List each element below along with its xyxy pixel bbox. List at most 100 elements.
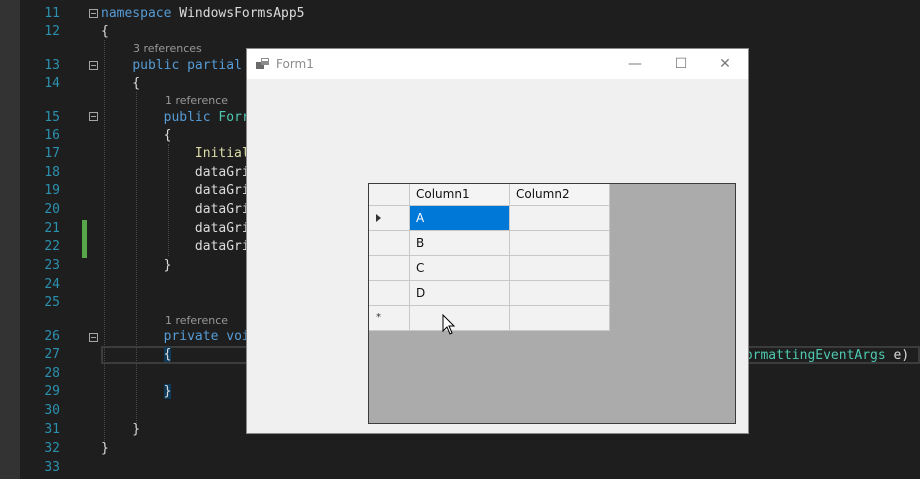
code-token: } xyxy=(101,441,109,456)
code-token: } xyxy=(101,422,141,437)
current-row-arrow-icon xyxy=(376,214,381,222)
code-text: { xyxy=(101,74,140,93)
grid-cell[interactable]: A xyxy=(410,206,510,231)
grid-cell[interactable] xyxy=(510,256,610,281)
new-row-cell[interactable] xyxy=(510,306,610,331)
code-text: { xyxy=(101,345,172,364)
form-icon xyxy=(256,58,269,69)
new-row-cell[interactable] xyxy=(410,306,510,331)
code-text: } xyxy=(101,382,172,401)
top-left-header-cell[interactable] xyxy=(369,184,410,206)
mouse-pointer-icon xyxy=(442,314,456,335)
code-text: dataGri xyxy=(101,237,250,256)
line-number: 28 xyxy=(44,366,60,381)
line-number: 12 xyxy=(44,24,60,39)
line-number: 32 xyxy=(44,441,60,456)
line-number: 23 xyxy=(44,258,60,273)
code-text: { xyxy=(101,22,109,41)
code-token: } xyxy=(163,384,172,399)
line-number: 14 xyxy=(44,76,60,91)
row-header[interactable] xyxy=(369,256,410,281)
column-header-column2[interactable]: Column2 xyxy=(510,184,610,206)
data-grid-view[interactable]: Column1 Column2 A B C D * xyxy=(368,183,736,424)
collapse-region-icon[interactable] xyxy=(89,112,98,121)
code-token: namespace xyxy=(101,6,172,21)
code-token: { xyxy=(101,76,141,91)
grid-cell[interactable] xyxy=(510,281,610,306)
form-window[interactable]: Form1 — ☐ ✕ Column1 Column2 A B C D * xyxy=(246,48,749,434)
grid-cell[interactable]: C xyxy=(410,256,510,281)
grid-cell[interactable] xyxy=(510,206,610,231)
code-text: } xyxy=(101,256,172,275)
code-line[interactable]: 11 namespace WindowsFormsApp5 xyxy=(0,4,920,23)
line-number: 20 xyxy=(44,202,60,217)
grid-cell[interactable] xyxy=(510,231,610,256)
line-number: 19 xyxy=(44,183,60,198)
code-text: } xyxy=(101,439,109,458)
code-text: dataGri xyxy=(101,181,250,200)
code-token: { xyxy=(101,128,172,143)
row-header[interactable] xyxy=(369,231,410,256)
code-line[interactable]: 12 { xyxy=(0,22,920,41)
maximize-button[interactable]: ☐ xyxy=(658,49,704,79)
codelens-references[interactable]: 1 reference xyxy=(165,314,228,328)
code-token: dataGri xyxy=(101,165,250,180)
column-header-column1[interactable]: Column1 xyxy=(410,184,510,206)
row-header[interactable] xyxy=(369,206,410,231)
code-token: Initial xyxy=(194,146,250,161)
line-number: 33 xyxy=(44,460,60,475)
code-token: public xyxy=(132,58,180,73)
line-number: 29 xyxy=(44,384,60,399)
code-text: FormattingEventArgs e) xyxy=(737,346,909,365)
minimize-button[interactable]: — xyxy=(612,49,658,79)
code-token: dataGri xyxy=(101,221,250,236)
new-row-marker-icon: * xyxy=(376,312,381,323)
code-text: namespace WindowsFormsApp5 xyxy=(101,4,305,23)
code-text: Initial xyxy=(101,144,250,163)
collapse-region-icon[interactable] xyxy=(89,61,98,70)
grid-cell[interactable]: D xyxy=(410,281,510,306)
new-row-header[interactable]: * xyxy=(369,306,410,331)
code-text: dataGri xyxy=(101,163,250,182)
code-text: public Forr xyxy=(101,108,250,127)
code-line[interactable]: 33 xyxy=(0,458,920,477)
line-number: 11 xyxy=(44,6,60,21)
code-text: public partial xyxy=(101,56,242,75)
code-token: dataGri xyxy=(101,202,250,217)
grid-cell[interactable]: B xyxy=(410,231,510,256)
code-text: { xyxy=(101,126,172,145)
row-header[interactable] xyxy=(369,281,410,306)
line-number: 30 xyxy=(44,403,60,418)
code-text: dataGri xyxy=(101,200,250,219)
code-token: dataGri xyxy=(101,183,250,198)
line-number: 16 xyxy=(44,128,60,143)
collapse-region-icon[interactable] xyxy=(89,9,98,18)
line-number: 18 xyxy=(44,165,60,180)
code-token: partial xyxy=(187,58,242,73)
line-number: 31 xyxy=(44,422,60,437)
codelens-references[interactable]: 3 references xyxy=(133,42,202,56)
line-number: 13 xyxy=(44,58,60,73)
code-token: e) xyxy=(885,348,910,363)
line-number: 15 xyxy=(44,110,60,125)
code-text: } xyxy=(101,420,140,439)
code-token: FormattingEventArgs xyxy=(737,348,886,363)
code-text: dataGri xyxy=(101,219,250,238)
code-token: public xyxy=(163,110,211,125)
title-bar[interactable]: Form1 — ☐ ✕ xyxy=(247,49,748,79)
code-token: WindowsFormsApp5 xyxy=(171,6,305,21)
line-number: 25 xyxy=(44,295,60,310)
code-token: } xyxy=(101,258,172,273)
code-token: { xyxy=(163,347,172,362)
code-token: { xyxy=(101,24,109,39)
close-button[interactable]: ✕ xyxy=(702,49,748,79)
codelens-references[interactable]: 1 reference xyxy=(165,94,228,108)
line-number: 22 xyxy=(44,239,60,254)
code-line[interactable]: 32} xyxy=(0,439,920,458)
line-number: 17 xyxy=(44,146,60,161)
